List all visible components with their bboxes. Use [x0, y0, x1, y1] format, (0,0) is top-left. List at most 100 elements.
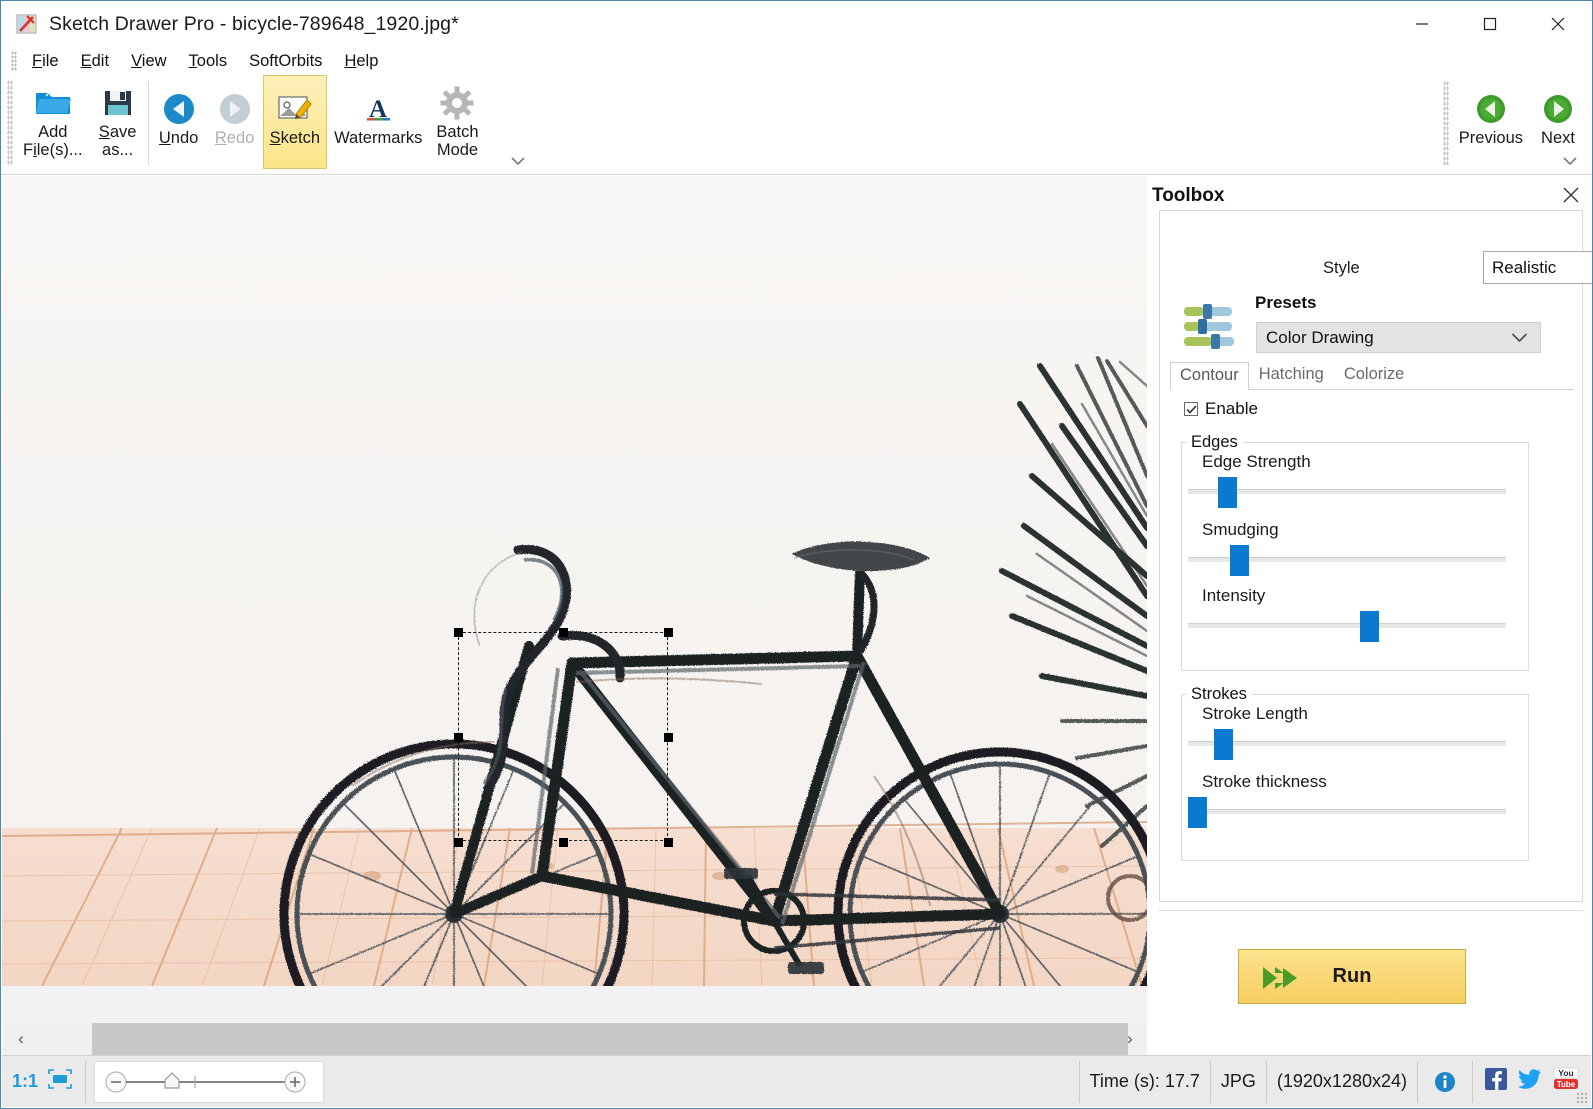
status-right-group: Time (s): 17.7 JPG (1920x1280x24) You Tu…	[1078, 1060, 1591, 1103]
smudging-slider[interactable]	[1188, 544, 1506, 576]
green-right-arrow-icon	[1541, 88, 1575, 130]
next-label: Next	[1541, 129, 1575, 147]
toolbar-overflow-left[interactable]	[486, 75, 530, 173]
stroke-thickness-slider[interactable]	[1188, 796, 1506, 828]
smudging-label: Smudging	[1202, 520, 1279, 539]
open-folder-icon	[33, 82, 73, 124]
chevron-down-icon[interactable]	[1511, 330, 1528, 348]
save-as-label-line1: Save	[98, 123, 137, 141]
scroll-left-arrow-icon[interactable]: ‹	[3, 1023, 39, 1055]
toolbox-divider	[1159, 910, 1583, 911]
svg-text:Tube: Tube	[1557, 1080, 1576, 1089]
close-button[interactable]	[1524, 1, 1592, 47]
minimize-button[interactable]	[1388, 1, 1456, 47]
canvas-horizontal-scrollbar[interactable]: ‹ ›	[3, 1023, 1147, 1055]
style-row: Style Realistic	[1160, 251, 1592, 285]
style-value: Realistic	[1492, 257, 1557, 277]
fit-to-window-icon[interactable]	[47, 1068, 73, 1095]
undo-button[interactable]: Undo	[151, 75, 207, 169]
menu-help[interactable]: Help	[333, 50, 389, 73]
menu-edit[interactable]: Edit	[70, 50, 120, 73]
save-as-button[interactable]: Save as...	[90, 75, 146, 169]
dimensions-label: (1920x1280x24)	[1267, 1060, 1418, 1103]
sketch-button[interactable]: Sketch	[262, 75, 328, 169]
batch-mode-label-line2: Mode	[436, 140, 479, 159]
add-files-label-line2: File(s)...	[23, 140, 83, 159]
watermarks-button[interactable]: A Watermarks	[327, 75, 429, 169]
previous-button[interactable]: Previous	[1452, 75, 1530, 169]
application-window: Sketch Drawer Pro - bicycle-789648_1920.…	[0, 0, 1593, 1109]
tab-colorize[interactable]: Colorize	[1334, 361, 1415, 389]
stroke-thickness-thumb[interactable]	[1188, 797, 1207, 828]
facebook-icon[interactable]	[1485, 1068, 1507, 1095]
floppy-disk-icon	[101, 82, 135, 124]
strokes-group-title: Strokes	[1191, 685, 1247, 703]
style-dropdown[interactable]: Realistic	[1483, 251, 1592, 284]
green-double-chevron-icon	[1261, 964, 1301, 997]
social-links-group: You Tube	[1473, 1067, 1591, 1096]
save-as-label-line2: as...	[102, 140, 134, 159]
zoom-ratio-label[interactable]: 1:1	[12, 1071, 38, 1092]
maximize-button[interactable]	[1456, 1, 1524, 47]
add-files-label-line1: Add	[38, 123, 68, 141]
sketch-label: Sketch	[269, 129, 321, 147]
edges-group: Edges Edge Strength Smudging Intensity	[1181, 433, 1529, 671]
intensity-track[interactable]	[1188, 623, 1506, 628]
sketch-picture-icon	[276, 88, 314, 130]
smudging-thumb[interactable]	[1230, 545, 1249, 576]
edge-strength-slider[interactable]	[1188, 476, 1506, 508]
enable-row[interactable]: Enable	[1184, 399, 1258, 419]
toolbar-grip[interactable]	[7, 80, 13, 166]
toolbar-nav-overflow-chevron-icon[interactable]	[1562, 154, 1578, 169]
main-toolbar: Add File(s)... Save as... Undo Redo Sket…	[1, 75, 1592, 175]
scroll-track[interactable]	[39, 1023, 1128, 1055]
stroke-length-thumb[interactable]	[1214, 729, 1233, 760]
menu-grip[interactable]	[11, 51, 17, 71]
format-label: JPG	[1211, 1060, 1267, 1103]
info-icon[interactable]	[1418, 1060, 1473, 1103]
batch-mode-button[interactable]: Batch Mode	[429, 75, 485, 169]
edge-strength-thumb[interactable]	[1218, 477, 1237, 508]
window-title: Sketch Drawer Pro - bicycle-789648_1920.…	[49, 12, 459, 35]
stroke-length-slider[interactable]	[1188, 728, 1506, 760]
menu-softorbits[interactable]: SoftOrbits	[238, 50, 333, 73]
intensity-thumb[interactable]	[1360, 611, 1379, 642]
redo-button[interactable]: Redo	[207, 75, 263, 169]
style-label: Style	[1323, 258, 1360, 277]
batch-mode-label-line1: Batch	[436, 123, 479, 141]
window-controls	[1388, 1, 1592, 47]
green-left-arrow-icon	[1474, 88, 1508, 130]
stroke-length-track[interactable]	[1188, 741, 1506, 746]
toolbar-nav-group: Previous Next	[1437, 75, 1586, 173]
time-label: Time (s): 17.7	[1078, 1060, 1211, 1103]
toolbox-header: Toolbox	[1148, 176, 1592, 212]
add-files-button[interactable]: Add File(s)...	[16, 75, 90, 169]
watermarks-label: Watermarks	[334, 129, 423, 147]
redo-label: Redo	[214, 129, 255, 147]
toolbar-overflow-chevron-icon[interactable]	[510, 154, 526, 169]
svg-text:You: You	[1558, 1068, 1573, 1078]
menu-bar: File Edit View Tools SoftOrbits Help	[1, 47, 1592, 75]
scroll-thumb[interactable]	[92, 1023, 1128, 1055]
nav-group-grip[interactable]	[1442, 81, 1449, 165]
stroke-thickness-track[interactable]	[1188, 809, 1506, 814]
enable-checkbox[interactable]	[1184, 402, 1198, 416]
presets-dropdown[interactable]: Color Drawing	[1256, 322, 1541, 353]
zoom-slider-widget[interactable]	[94, 1060, 325, 1103]
title-bar: Sketch Drawer Pro - bicycle-789648_1920.…	[1, 1, 1592, 47]
tab-contour[interactable]: Contour	[1170, 362, 1249, 390]
stroke-length-label: Stroke Length	[1202, 704, 1308, 723]
intensity-slider[interactable]	[1188, 610, 1506, 642]
toolbox-title: Toolbox	[1152, 185, 1225, 206]
sketch-image[interactable]	[2, 176, 1147, 986]
twitter-icon[interactable]	[1518, 1068, 1542, 1095]
undo-label: Undo	[158, 129, 199, 147]
image-canvas-area[interactable]: ‹ ›	[2, 176, 1147, 1056]
toolbox-close-icon[interactable]	[1558, 182, 1584, 208]
menu-view[interactable]: View	[120, 50, 177, 73]
menu-tools[interactable]: Tools	[178, 50, 239, 73]
run-button[interactable]: Run	[1238, 949, 1466, 1004]
tab-hatching[interactable]: Hatching	[1249, 361, 1334, 389]
menu-file[interactable]: File	[21, 50, 70, 73]
resize-grip[interactable]	[1576, 1092, 1588, 1104]
